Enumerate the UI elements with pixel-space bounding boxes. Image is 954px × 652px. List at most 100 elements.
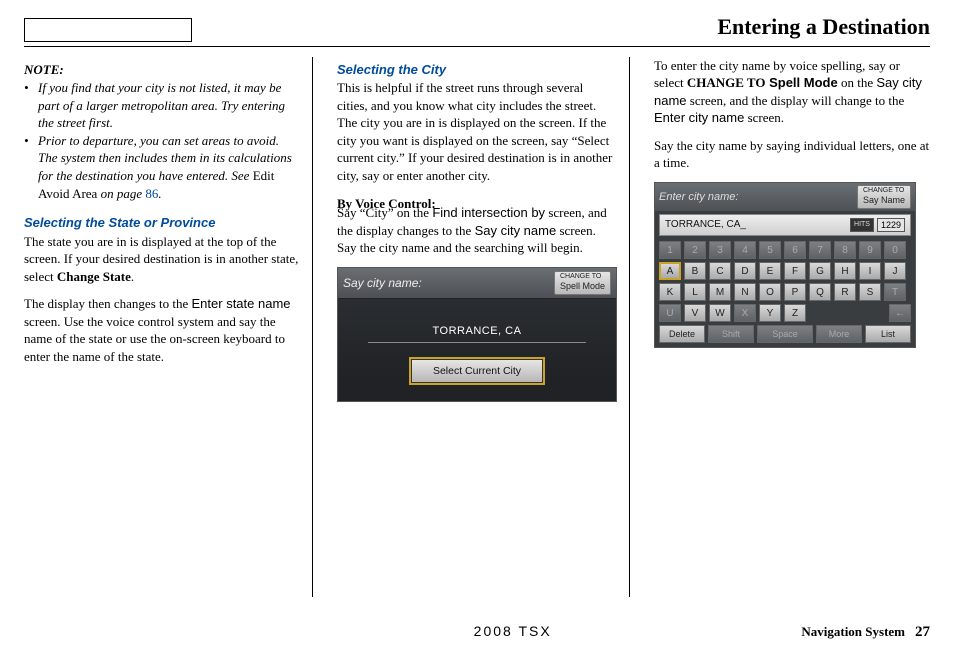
ui-term: Enter state name — [192, 296, 291, 311]
key-p[interactable]: P — [784, 283, 806, 301]
note-frag: on page — [97, 186, 145, 201]
key-9[interactable]: 9 — [859, 241, 881, 259]
text-frag: on the — [838, 75, 877, 90]
note-item: • Prior to departure, you can set areas … — [24, 132, 300, 202]
key-v[interactable]: V — [684, 304, 706, 322]
key-2[interactable]: 2 — [684, 241, 706, 259]
key-h[interactable]: H — [834, 262, 856, 280]
chip-label: Say Name — [863, 195, 905, 205]
current-city-text: TORRANCE, CA — [368, 319, 586, 343]
key-g[interactable]: G — [809, 262, 831, 280]
key-s[interactable]: S — [859, 283, 881, 301]
key-shift[interactable]: Shift — [708, 325, 754, 343]
note-label: NOTE: — [24, 61, 300, 79]
enter-city-title: Enter city name: — [659, 190, 857, 205]
key-5[interactable]: 5 — [759, 241, 781, 259]
key-backspace[interactable]: ← — [889, 304, 911, 322]
key-r[interactable]: R — [834, 283, 856, 301]
say-city-body: TORRANCE, CA Select Current City — [338, 299, 616, 401]
page-title: Entering a Destination — [192, 12, 930, 44]
section-heading-state: Selecting the State or Province — [24, 214, 300, 232]
note-frag: . — [158, 186, 161, 201]
key-b[interactable]: B — [684, 262, 706, 280]
enter-city-titlebar: Enter city name: CHANGE TO Say Name — [655, 183, 915, 211]
chip-small: CHANGE TO — [560, 274, 605, 280]
bullet-icon: • — [24, 79, 38, 132]
note-text: If you find that your city is not listed… — [38, 79, 300, 132]
key-0[interactable]: 0 — [884, 241, 906, 259]
key-3[interactable]: 3 — [709, 241, 731, 259]
key-f[interactable]: F — [784, 262, 806, 280]
key-7[interactable]: 7 — [809, 241, 831, 259]
kb-row-a: A B C D E F G H I J — [659, 262, 911, 280]
key-z[interactable]: Z — [784, 304, 806, 322]
page-ref-link[interactable]: 86 — [145, 186, 158, 201]
text-frag: The display then changes to the — [24, 296, 192, 311]
kb-row-nums: 1 2 3 4 5 6 7 8 9 0 — [659, 241, 911, 259]
key-y[interactable]: Y — [759, 304, 781, 322]
key-n[interactable]: N — [734, 283, 756, 301]
text-frag: . — [131, 269, 134, 284]
key-more[interactable]: More — [816, 325, 862, 343]
city-entry-value: TORRANCE, CA_ — [665, 218, 850, 232]
text-frag: screen. — [744, 110, 784, 125]
ui-term: Say city name — [475, 223, 557, 238]
note-list: • If you find that your city is not list… — [24, 79, 300, 202]
body-para: Say the city name by saying individual l… — [654, 137, 930, 172]
footer-page-number: 27 — [915, 622, 930, 642]
kb-row-k: K L M N O P Q R S T — [659, 283, 911, 301]
hits-count: 1229 — [877, 218, 905, 232]
key-x[interactable]: X — [734, 304, 756, 322]
section-heading-city: Selecting the City — [337, 61, 617, 79]
bullet-icon: • — [24, 132, 38, 202]
column-3: To enter the city name by voice spelling… — [654, 57, 930, 597]
say-city-titlebar: Say city name: CHANGE TO Spell Mode — [338, 268, 616, 299]
key-e[interactable]: E — [759, 262, 781, 280]
key-d[interactable]: D — [734, 262, 756, 280]
change-to-sayname-button[interactable]: CHANGE TO Say Name — [857, 185, 911, 209]
text-frag: screen. Use the voice control system and… — [24, 314, 285, 364]
key-m[interactable]: M — [709, 283, 731, 301]
key-1[interactable]: 1 — [659, 241, 681, 259]
key-i[interactable]: I — [859, 262, 881, 280]
ui-term: CHANGE TO Spell Mode — [687, 75, 838, 90]
key-delete[interactable]: Delete — [659, 325, 705, 343]
key-4[interactable]: 4 — [734, 241, 756, 259]
column-1: NOTE: • If you find that your city is no… — [24, 57, 313, 597]
key-space[interactable]: Space — [757, 325, 813, 343]
ui-term: Change State — [57, 269, 131, 284]
key-a[interactable]: A — [659, 262, 681, 280]
key-8[interactable]: 8 — [834, 241, 856, 259]
corner-empty-box — [24, 18, 192, 42]
key-o[interactable]: O — [759, 283, 781, 301]
key-w[interactable]: W — [709, 304, 731, 322]
key-t[interactable]: T — [884, 283, 906, 301]
city-entry-field[interactable]: TORRANCE, CA_ HITS 1229 — [659, 214, 911, 236]
chip-label: Spell Mode — [560, 281, 605, 291]
text-frag: screen, and the display will change to t… — [687, 93, 905, 108]
key-k[interactable]: K — [659, 283, 681, 301]
key-l[interactable]: L — [684, 283, 706, 301]
note-text: Prior to departure, you can set areas to… — [38, 132, 300, 202]
body-para: To enter the city name by voice spelling… — [654, 57, 930, 127]
body-para: The display then changes to the Enter st… — [24, 295, 300, 365]
select-current-city-button[interactable]: Select Current City — [409, 357, 545, 385]
hits-label: HITS — [850, 218, 874, 232]
change-to-spell-button[interactable]: CHANGE TO Spell Mode — [554, 271, 611, 295]
key-list[interactable]: List — [865, 325, 911, 343]
note-item: • If you find that your city is not list… — [24, 79, 300, 132]
column-2: Selecting the City This is helpful if th… — [337, 57, 630, 597]
content-columns: NOTE: • If you find that your city is no… — [24, 57, 930, 597]
body-para: Say “City” on the Find intersection by s… — [337, 204, 617, 257]
page-footer: 2008 TSX Navigation System 27 — [0, 622, 954, 642]
header-rule — [24, 46, 930, 47]
body-para: This is helpful if the street runs throu… — [337, 79, 617, 184]
key-q[interactable]: Q — [809, 283, 831, 301]
key-j[interactable]: J — [884, 262, 906, 280]
key-6[interactable]: 6 — [784, 241, 806, 259]
key-u[interactable]: U — [659, 304, 681, 322]
say-city-title: Say city name: — [343, 275, 554, 291]
ui-term: Enter city name — [654, 110, 744, 125]
key-c[interactable]: C — [709, 262, 731, 280]
ui-term: Find intersection by — [432, 205, 545, 220]
